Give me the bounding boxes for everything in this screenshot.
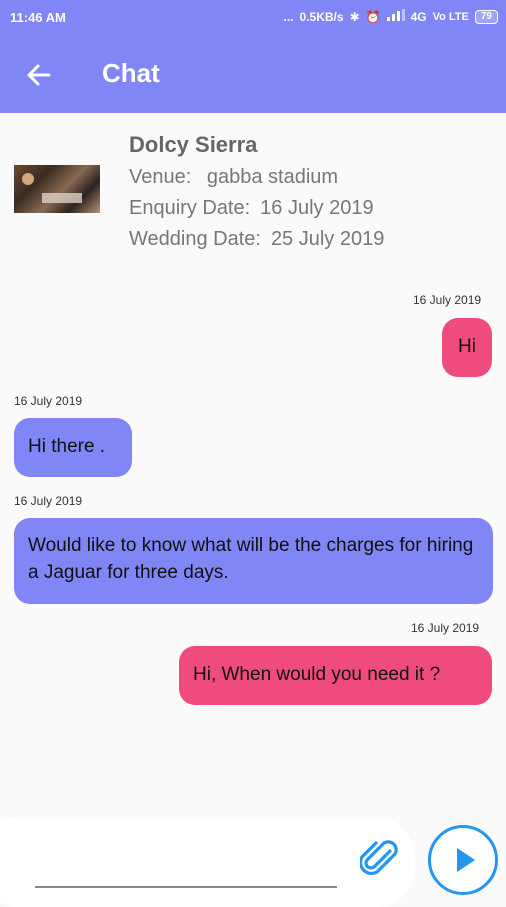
- venue-label: Venue:: [129, 166, 192, 188]
- bluetooth-icon: ✱: [349, 9, 360, 24]
- enquiry-date-line: Enquiry Date: 16 July 2019: [129, 197, 374, 220]
- status-indicators: ... 0.5KB/s ✱ ⏰ 4G Vo LTE 79: [284, 9, 498, 24]
- vendor-thumbnail: [14, 165, 100, 213]
- notification-dots: ...: [283, 9, 294, 24]
- alarm-icon: ⏰: [365, 9, 381, 24]
- input-underline: [35, 886, 337, 888]
- app-bar: 11:46 AM ... 0.5KB/s ✱ ⏰ 4G Vo LTE 79 Ch…: [0, 0, 506, 113]
- enquiry-date-label: Enquiry Date:: [129, 197, 251, 219]
- wedding-date-value: 25 July 2019: [270, 228, 385, 250]
- wedding-date-label: Wedding Date:: [129, 228, 261, 250]
- message-timestamp: 16 July 2019: [14, 494, 83, 508]
- wedding-date-line: Wedding Date: 25 July 2019: [129, 228, 384, 251]
- back-arrow-icon[interactable]: [24, 60, 54, 90]
- status-bar: 11:46 AM ... 0.5KB/s ✱ ⏰ 4G Vo LTE 79: [0, 0, 506, 34]
- battery-icon: 79: [474, 9, 498, 24]
- status-time: 11:46 AM: [10, 10, 66, 25]
- incoming-message-bubble: Hi there .: [14, 418, 132, 477]
- outgoing-message-bubble: Hi, When would you need it ?: [179, 646, 492, 705]
- venue-value: gabba stadium: [206, 166, 339, 188]
- message-timestamp: 16 July 2019: [413, 293, 482, 307]
- vendor-name: Dolcy Sierra: [129, 132, 258, 157]
- volte-indicator: Vo LTE: [432, 10, 469, 23]
- play-send-icon: [457, 848, 475, 872]
- outgoing-message-bubble: Hi: [442, 318, 492, 377]
- venue-line: Venue: gabba stadium: [129, 166, 338, 189]
- network-type: 4G: [410, 9, 427, 24]
- paperclip-icon[interactable]: [358, 837, 400, 881]
- message-timestamp: 16 July 2019: [411, 621, 480, 635]
- message-timestamp: 16 July 2019: [14, 394, 83, 408]
- signal-icon: [386, 9, 405, 24]
- send-button[interactable]: [428, 825, 498, 895]
- enquiry-date-value: 16 July 2019: [260, 197, 374, 219]
- incoming-message-bubble: Would like to know what will be the char…: [14, 518, 493, 604]
- page-title: Chat: [102, 58, 160, 88]
- net-speed: 0.5KB/s: [299, 9, 344, 24]
- message-input[interactable]: [35, 840, 349, 882]
